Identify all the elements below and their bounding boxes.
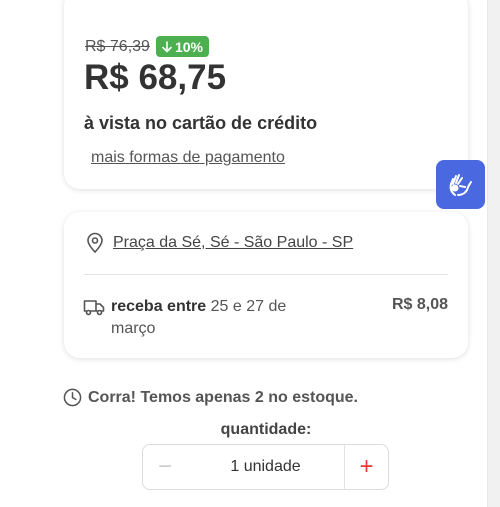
location-row[interactable]: Praça da Sé, Sé - São Paulo - SP [85, 232, 353, 254]
price-card: R$ 76,39 10% R$ 68,75 à vista no cartão … [64, 0, 468, 189]
discount-badge: 10% [155, 36, 209, 57]
arrow-down-icon [162, 40, 172, 52]
accessibility-button[interactable] [436, 160, 485, 209]
sign-language-hands-icon [449, 173, 472, 196]
discount-value: 10% [174, 38, 203, 55]
delivery-estimate: receba entre 25 e 27 de março [111, 296, 321, 340]
delivery-price: R$ 8,08 [391, 296, 448, 313]
divider [84, 274, 448, 275]
old-price-row: R$ 76,39 10% [85, 36, 209, 57]
quantity-stepper: − 1 unidade + [142, 444, 389, 490]
delivery-address-link[interactable]: Praça da Sé, Sé - São Paulo - SP [113, 234, 353, 252]
decrease-quantity-button[interactable]: − [143, 445, 187, 489]
shipping-card: Praça da Sé, Sé - São Paulo - SP receba … [64, 212, 468, 358]
truck-icon [83, 300, 105, 316]
delivery-row: receba entre 25 e 27 de março R$ 8,08 [83, 296, 448, 340]
current-price: R$ 68,75 [84, 58, 227, 97]
price-caption: à vista no cartão de crédito [84, 113, 318, 133]
quantity-value: 1 unidade [230, 458, 301, 475]
delivery-label: receba entre [111, 298, 207, 315]
quantity-label: quantidade: [220, 421, 312, 438]
more-payment-options-link[interactable]: mais formas de pagamento [91, 149, 285, 167]
increase-quantity-button[interactable]: + [344, 445, 388, 489]
stock-alert: Corra! Temos apenas 2 no estoque. [63, 388, 358, 407]
old-price: R$ 76,39 [85, 37, 150, 55]
map-pin-icon [87, 232, 103, 254]
stock-message: Corra! Temos apenas 2 no estoque. [88, 388, 358, 406]
clock-icon [63, 388, 82, 407]
